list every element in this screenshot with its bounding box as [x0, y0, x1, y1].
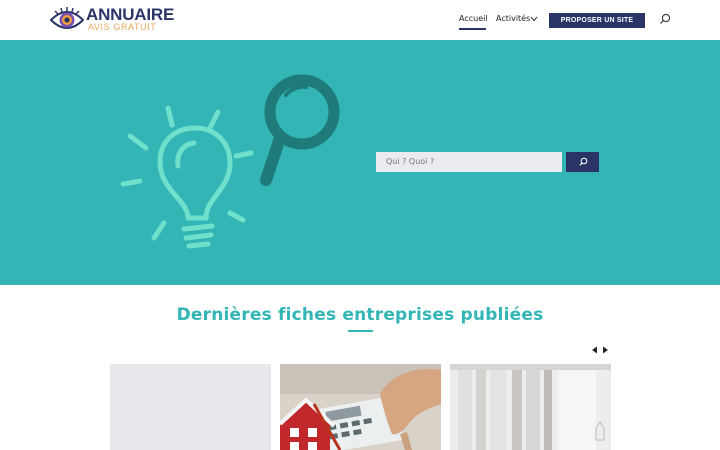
search-icon[interactable]	[659, 13, 671, 25]
arrow-left-icon[interactable]	[591, 346, 598, 354]
search-submit-button[interactable]	[566, 152, 599, 172]
hero-illustration	[120, 74, 340, 249]
search-icon	[579, 157, 588, 166]
chevron-down-icon[interactable]	[530, 14, 538, 24]
business-card-image-house[interactable]	[280, 364, 441, 450]
active-nav-underline	[459, 28, 486, 30]
search-input[interactable]	[376, 152, 562, 172]
site-header: ANNUAIRE AVIS GRATUIT Accueil Activités …	[0, 0, 720, 40]
nav-item-accueil[interactable]: Accueil	[459, 14, 488, 23]
eye-logo-icon	[50, 7, 84, 29]
hero-banner	[0, 40, 720, 285]
magnifier-icon	[260, 74, 340, 186]
logo-subtitle: AVIS GRATUIT	[88, 22, 157, 32]
site-logo[interactable]: ANNUAIRE AVIS GRATUIT	[50, 5, 174, 35]
propose-site-button[interactable]: PROPOSER UN SITE	[549, 13, 645, 28]
business-card-image-curtains[interactable]	[450, 364, 611, 450]
page: ANNUAIRE AVIS GRATUIT Accueil Activités …	[0, 0, 720, 450]
section-title: Dernières fiches entreprises publiées	[176, 305, 544, 325]
arrow-right-icon[interactable]	[602, 346, 609, 354]
section-title-underline	[348, 330, 373, 332]
house-calculator-photo	[280, 364, 441, 450]
lightbulb-icon	[120, 105, 254, 249]
nav-item-activites[interactable]: Activités	[496, 14, 530, 23]
curtains-photo	[450, 364, 611, 450]
business-card-image-placeholder[interactable]	[110, 364, 271, 450]
